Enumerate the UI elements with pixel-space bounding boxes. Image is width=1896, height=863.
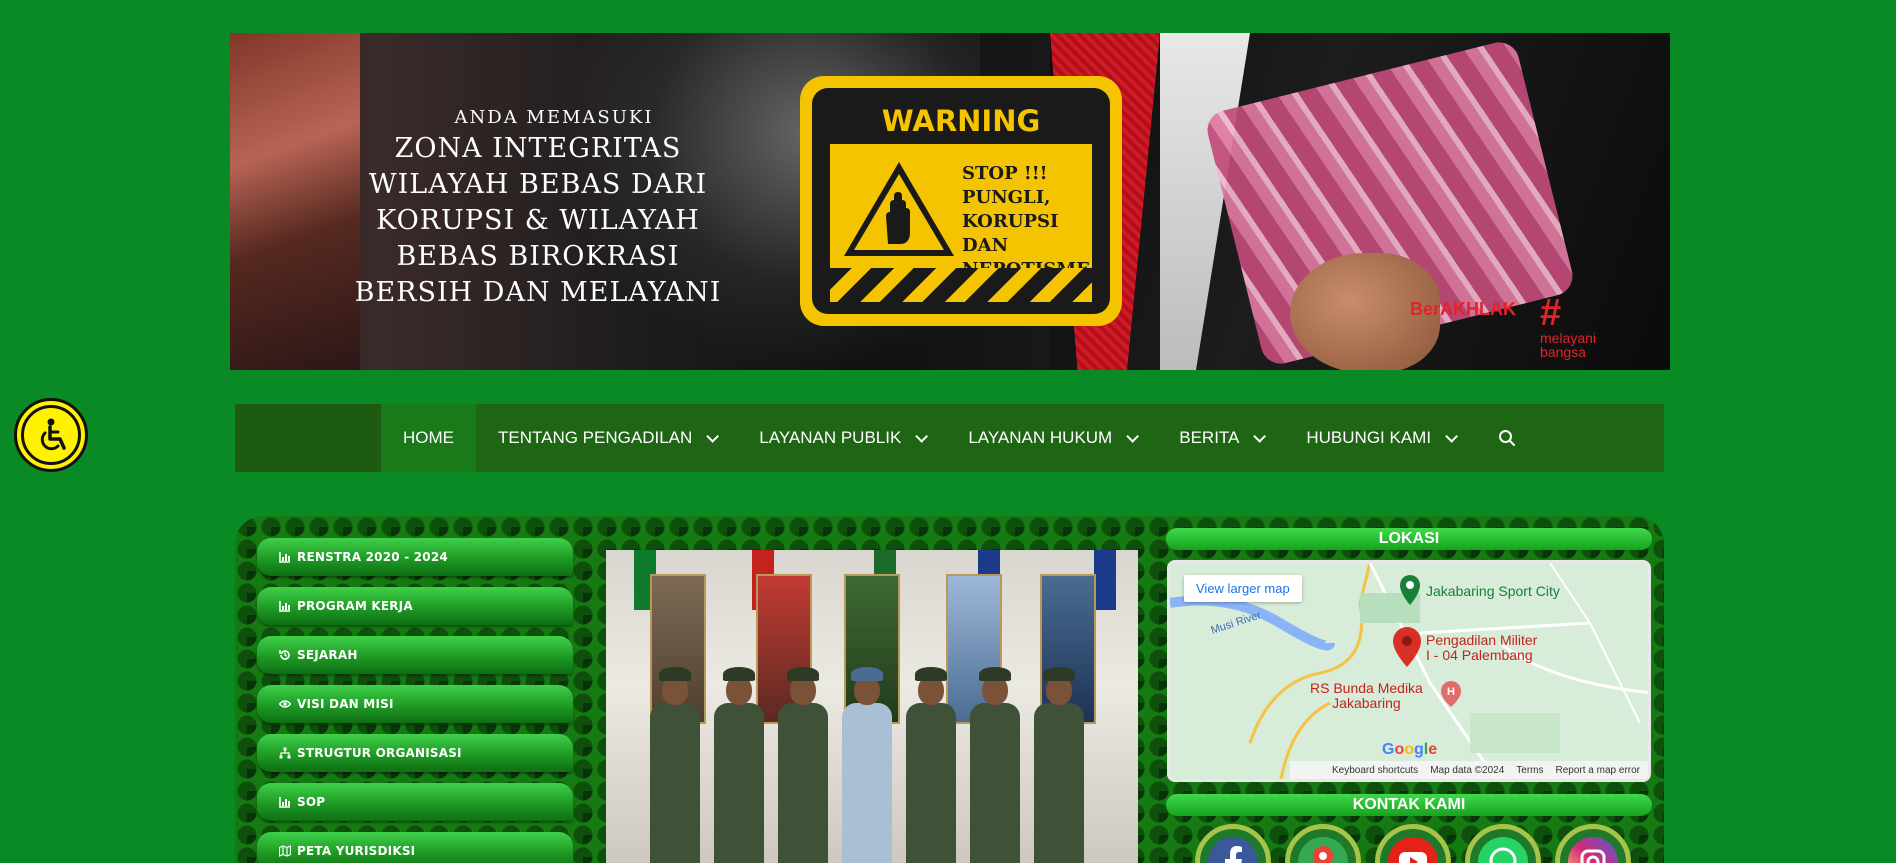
keyboard-shortcuts-link[interactable]: Keyboard shortcuts <box>1332 765 1418 776</box>
side-menu-item-renstra[interactable]: RENSTRA 2020 - 2024 <box>257 538 573 576</box>
history-icon <box>279 650 290 660</box>
banner-line: WILAYAH BEBAS DARI <box>368 169 708 200</box>
kontak-heading: KONTAK KAMI <box>1166 794 1652 816</box>
nav-logo-area <box>235 404 381 472</box>
warning-title: WARNING <box>881 104 1041 138</box>
side-menu-item-sejarah[interactable]: SEJARAH <box>257 636 573 674</box>
chevron-down-icon <box>1126 429 1140 443</box>
svg-text:H: H <box>1447 686 1455 698</box>
instagram-icon <box>1568 837 1618 863</box>
chart-icon <box>279 797 290 808</box>
berakhlak-logo: BerAKHLAK <box>1410 299 1517 319</box>
content-panel: RENSTRA 2020 - 2024 PROGRAM KERJA SEJARA… <box>235 516 1664 863</box>
map-label-sport-city: Jakabaring Sport City <box>1426 583 1560 599</box>
side-menu: RENSTRA 2020 - 2024 PROGRAM KERJA SEJARA… <box>257 538 573 863</box>
map-label-hospital: RS Bunda Medika Jakabaring <box>1310 680 1423 711</box>
nav-item-berita[interactable]: BERITA <box>1157 404 1284 472</box>
side-menu-item-sop[interactable]: SOP <box>257 783 573 821</box>
facebook-icon <box>1208 837 1258 863</box>
map-label-court: Pengadilan Militer I - 04 Palembang <box>1426 632 1538 663</box>
map-data-text: Map data ©2024 <box>1430 764 1505 776</box>
header-banner: ANDA MEMASUKI ZONA INTEGRITAS WILAYAH BE… <box>230 33 1670 370</box>
map-footer: Keyboard shortcuts Map data ©2024 Terms … <box>1290 761 1648 779</box>
chevron-down-icon <box>706 429 720 443</box>
banner-line: BEBAS BIROKRASI <box>396 241 680 272</box>
banner-intro: ANDA MEMASUKI <box>454 107 654 128</box>
maps-link[interactable] <box>1285 824 1361 863</box>
wheelchair-icon <box>40 418 66 451</box>
whatsapp-link[interactable] <box>1465 824 1541 863</box>
maps-icon <box>1298 837 1348 863</box>
nav-item-layanan-hukum[interactable]: LAYANAN HUKUM <box>946 404 1157 472</box>
instagram-link[interactable] <box>1555 824 1631 863</box>
banner-line: ZONA INTEGRITAS <box>394 133 682 164</box>
warning-sign: WARNING STOP !!! PUNGLI, KORUPSI DAN NEP… <box>800 76 1122 326</box>
facebook-link[interactable] <box>1195 824 1271 863</box>
terms-link[interactable]: Terms <box>1516 765 1543 776</box>
youtube-icon <box>1388 837 1438 863</box>
hazard-stripes <box>830 268 1092 302</box>
chart-icon <box>279 601 290 612</box>
chevron-down-icon <box>1445 429 1459 443</box>
side-menu-item-visi-misi[interactable]: VISI DAN MISI <box>257 685 573 723</box>
main-nav: HOME TENTANG PENGADILAN LAYANAN PUBLIK L… <box>235 404 1664 472</box>
sitemap-icon <box>279 747 291 759</box>
youtube-link[interactable] <box>1375 824 1451 863</box>
whatsapp-icon <box>1478 837 1528 863</box>
banner-line: BERSIH DAN MELAYANI <box>354 277 722 308</box>
news-photo <box>606 550 1138 863</box>
location-map[interactable]: View larger map Jakabaring Sport City Mu… <box>1167 560 1651 782</box>
banner-headline: ZONA INTEGRITAS WILAYAH BEBAS DARI KORUP… <box>288 131 788 311</box>
lokasi-heading: LOKASI <box>1166 528 1652 550</box>
eye-icon <box>279 700 291 708</box>
banner-line: KORUPSI & WILAYAH <box>376 205 700 236</box>
nav-item-home[interactable]: HOME <box>381 404 476 472</box>
google-logo: Google <box>1382 741 1438 758</box>
chevron-down-icon <box>915 429 929 443</box>
accessibility-button[interactable] <box>14 398 88 472</box>
nav-item-layanan-publik[interactable]: LAYANAN PUBLIK <box>737 404 946 472</box>
map-icon <box>279 845 291 857</box>
map-pin-red-icon <box>1393 627 1421 667</box>
side-menu-item-struktur-organisasi[interactable]: STRUGTUR ORGANISASI <box>257 734 573 772</box>
stop-hand-icon <box>844 162 954 256</box>
side-menu-item-peta-yurisdiksi[interactable]: PETA YURISDIKSI <box>257 832 573 863</box>
hospital-pin-icon: H <box>1441 681 1461 707</box>
nav-item-hubungi-kami[interactable]: HUBUNGI KAMI <box>1284 404 1476 472</box>
view-larger-map-link[interactable]: View larger map <box>1184 575 1302 602</box>
report-map-error-link[interactable]: Report a map error <box>1556 765 1640 776</box>
search-icon <box>1499 430 1516 446</box>
nav-item-tentang-pengadilan[interactable]: TENTANG PENGADILAN <box>476 404 737 472</box>
chart-icon <box>279 552 290 563</box>
nav-search-button[interactable] <box>1476 404 1538 472</box>
chevron-down-icon <box>1253 429 1267 443</box>
map-pin-green-icon <box>1400 575 1420 605</box>
side-menu-item-program-kerja[interactable]: PROGRAM KERJA <box>257 587 573 625</box>
melayani-bangsa-logo: # melayani bangsa <box>1540 292 1597 360</box>
